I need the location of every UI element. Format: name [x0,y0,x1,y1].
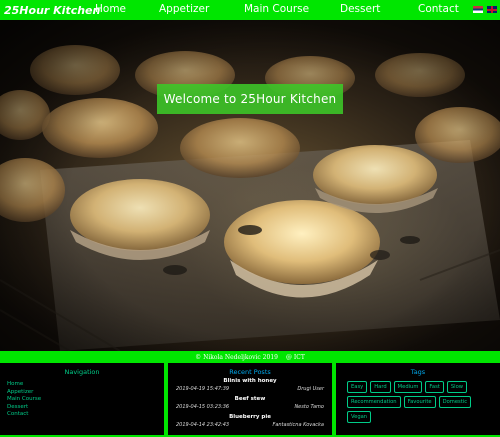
post-date: 2019-04-19 15:47:39 [176,386,230,392]
copyright-bar: © Nikola Nedeljkovic 2019 @ ICT [0,351,500,363]
site-brand[interactable]: 25Hour Kitchen [0,4,100,17]
recent-post[interactable]: Beef stew 2019-04-15 03:23:36 Nesto Tamo [168,394,332,412]
post-date: 2019-04-14 23:42:43 [176,422,230,428]
footer-nav-dessert[interactable]: Dessert [7,404,164,412]
footer-nav-home[interactable]: Home [7,381,164,389]
hero-muffin-image [0,20,500,351]
footer-navigation: Navigation Home Appetizer Main Course De… [0,363,166,437]
copyright-text: © Nikola Nedeljkovic 2019 [195,353,278,361]
welcome-banner: Welcome to 25Hour Kitchen [157,84,343,114]
footer-recent-posts: Recent Posts Blinis with honey 2019-04-1… [166,363,334,437]
post-title[interactable]: Beef stew [168,394,332,402]
serbian-flag-icon[interactable] [473,6,483,13]
recent-post[interactable]: Blinis with honey 2019-04-19 15:47:39 Dr… [168,376,332,394]
footer-nav-appetizer[interactable]: Appetizer [7,389,164,397]
post-date: 2019-04-15 03:23:36 [176,404,230,410]
tag-favourite[interactable]: Favourite [403,396,436,408]
footer-nav-main-course[interactable]: Main Course [7,396,164,404]
footer-nav-contact[interactable]: Contact [7,411,164,419]
top-navbar: 25Hour Kitchen Home Appetizer Main Cours… [0,0,500,20]
nav-link-dessert[interactable]: Dessert [340,3,380,15]
tag-recommendation[interactable]: Recommendation [347,396,401,408]
hero-banner: Welcome to 25Hour Kitchen [0,20,500,351]
post-author: Nesto Tamo [294,404,324,410]
nav-link-contact[interactable]: Contact [418,3,459,15]
tag-domestic[interactable]: Domestic [438,396,472,408]
post-author: Drugi User [297,386,324,392]
tag-fast[interactable]: Fast [425,381,444,393]
tag-vegan[interactable]: Vegan [347,411,372,423]
post-title[interactable]: Blueberry pie [168,412,332,420]
recent-post[interactable]: Blueberry pie 2019-04-14 23:42:43 Fantas… [168,412,332,430]
tag-easy[interactable]: Easy [347,381,368,393]
copyright-org: @ ICT [285,353,305,361]
footer: Navigation Home Appetizer Main Course De… [0,363,500,437]
post-title[interactable]: Blinis with honey [168,376,332,384]
nav-link-main-course[interactable]: Main Course [244,3,309,15]
tag-list: Easy Hard Medium Fast Slow Recommendatio… [336,376,500,423]
tag-hard[interactable]: Hard [370,381,391,393]
nav-link-appetizer[interactable]: Appetizer [159,3,209,15]
post-author: Fantasticna Kovacka [272,422,324,428]
tag-slow[interactable]: Slow [446,381,467,393]
footer-tags: Tags Easy Hard Medium Fast Slow Recommen… [334,363,500,437]
footer-navigation-list: Home Appetizer Main Course Dessert Conta… [0,381,164,419]
footer-navigation-title: Navigation [64,368,100,376]
recent-posts-title: Recent Posts [229,368,271,376]
uk-flag-icon[interactable] [487,6,497,13]
tag-medium[interactable]: Medium [393,381,423,393]
tags-title: Tags [410,368,426,376]
nav-link-home[interactable]: Home [95,3,126,15]
